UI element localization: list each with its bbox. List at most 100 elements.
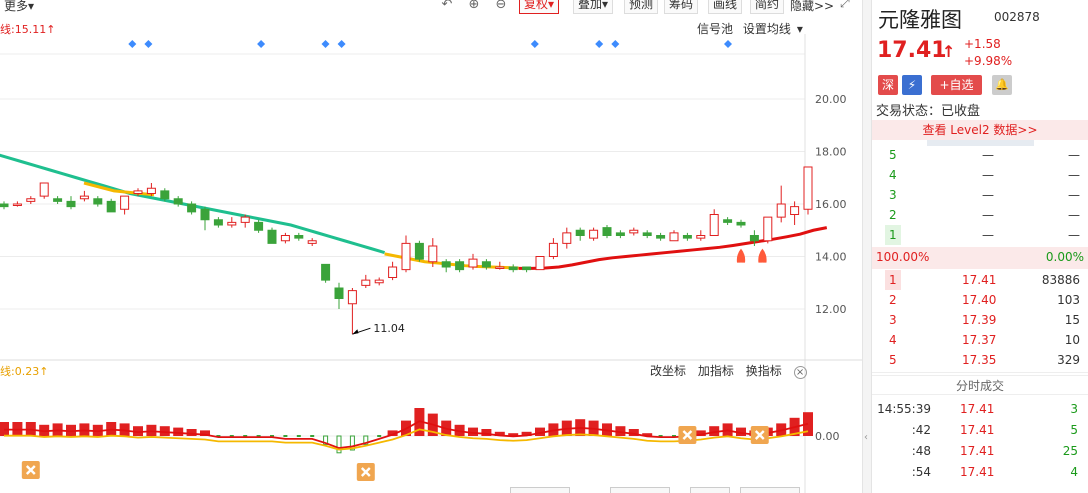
candle-body <box>656 235 666 239</box>
signal-pool-link[interactable]: 信号池 <box>697 22 733 36</box>
overlay-button[interactable]: 叠加▾ <box>573 0 614 14</box>
low-price-label: 11.04 <box>373 322 405 335</box>
tick-volume: 3 <box>1070 402 1078 416</box>
ticks-header[interactable]: 分时成交 <box>872 375 1088 395</box>
indicator-panel: 0.00 <box>0 408 840 481</box>
bottom-tab[interactable] <box>690 487 730 493</box>
more-menu[interactable]: 更多▾ <box>4 0 34 14</box>
price-axis: 20.00 18.00 16.00 14.00 12.00 <box>815 93 847 316</box>
candle-body <box>227 221 237 226</box>
tick-time: :48 <box>911 444 931 458</box>
bid-row: 2 17.40 103 <box>872 290 1088 310</box>
candle-body <box>682 235 692 239</box>
macd-bar-flat <box>310 435 315 437</box>
candle-body <box>173 198 183 205</box>
candle-body <box>709 214 719 236</box>
bottom-tab[interactable] <box>510 487 570 493</box>
switch-indicator-link[interactable]: 换指标 <box>746 364 782 378</box>
ask-price: — <box>982 168 994 182</box>
expand-icon[interactable]: ⤢ <box>840 0 850 11</box>
ask-level: 2 <box>889 208 897 222</box>
price-tick-label: 14.00 <box>815 251 847 264</box>
bid-volume: 15 <box>1064 313 1080 327</box>
bid-ask-ratio: 100.00% 0.00% <box>872 247 1088 269</box>
price-tick-label: 16.00 <box>815 198 847 211</box>
tick-price: 17.41 <box>960 402 995 416</box>
signal-marker <box>611 40 620 48</box>
candle-body <box>749 235 759 242</box>
tick-row: :48 17.41 25 <box>872 441 1088 461</box>
bid-price: 17.35 <box>962 353 997 367</box>
price-tick-label: 20.00 <box>815 93 847 106</box>
candle-body <box>696 235 706 239</box>
collapse-icon[interactable]: ‹ <box>864 432 868 443</box>
bid-volume: 103 <box>1057 293 1080 307</box>
ask-volume: — <box>1068 208 1080 222</box>
candle-body <box>455 261 465 271</box>
close-icon[interactable]: × <box>793 366 807 379</box>
chart-links: 信号池 设置均线 ▾ <box>697 20 809 37</box>
zoom-in-icon[interactable]: ⊕ <box>465 0 483 12</box>
signal-marker <box>144 40 153 48</box>
macd-bar-up <box>186 429 197 436</box>
candle-body <box>12 203 22 206</box>
candle-body <box>120 195 130 210</box>
candle-body <box>495 266 505 269</box>
candle-body <box>562 232 572 244</box>
ask-level: 4 <box>889 168 897 182</box>
last-price: 17.41 <box>877 38 947 63</box>
candle-body <box>803 166 813 210</box>
kline-chart[interactable]: 20.00 18.00 16.00 14.00 12.00 11.04 0.00 <box>0 14 862 493</box>
candle-body <box>334 287 344 299</box>
candle-body <box>763 216 773 242</box>
ask-volume: — <box>1068 148 1080 162</box>
candle-body <box>294 235 304 239</box>
chips-button[interactable]: 筹码 <box>664 0 699 14</box>
bottom-tab[interactable] <box>740 487 800 493</box>
signal-marker <box>337 40 346 48</box>
candle-body <box>736 221 746 226</box>
signal-marker <box>257 40 266 48</box>
quote-panel: 元隆雅图 002878 17.41 ↑ +1.58 +9.98% 深 ⚡ +自选… <box>872 0 1088 493</box>
candle-body <box>66 200 76 208</box>
draw-line-button[interactable]: 画线 <box>708 0 743 14</box>
set-ma-link[interactable]: 设置均线 ▾ <box>743 22 803 36</box>
macd-bar-flat <box>377 435 382 437</box>
bid-row: 5 17.35 329 <box>872 350 1088 370</box>
simple-button[interactable]: 简约 <box>750 0 785 14</box>
candle-body <box>441 261 451 268</box>
rocket-window <box>760 262 765 266</box>
candle-body <box>602 227 612 236</box>
forecast-button[interactable]: 预测 <box>624 0 659 14</box>
tick-row: 14:55:39 17.41 3 <box>872 399 1088 419</box>
zoom-out-icon[interactable]: ⊖ <box>492 0 510 12</box>
add-indicator-link[interactable]: 加指标 <box>698 364 734 378</box>
candle-body <box>642 232 652 236</box>
level2-link[interactable]: 查看 Level2 数据>> <box>872 120 1088 140</box>
candle-body <box>307 240 317 244</box>
candle-body <box>790 206 800 215</box>
candle-body <box>213 219 223 226</box>
stock-code: 002878 <box>994 10 1040 24</box>
tick-volume: 4 <box>1070 465 1078 479</box>
candle-body <box>575 229 585 236</box>
change-axis-link[interactable]: 改坐标 <box>650 364 686 378</box>
bid-price: 17.39 <box>962 313 997 327</box>
adjust-button[interactable]: 复权▾ <box>519 0 560 14</box>
candle-body <box>160 190 170 200</box>
stock-name: 元隆雅图 <box>878 8 962 32</box>
candle-body <box>548 242 558 257</box>
hide-button[interactable]: 隐藏>> <box>790 0 834 14</box>
price-tick-label: 12.00 <box>815 303 847 316</box>
candle-body <box>428 245 438 263</box>
market-badge: 深 <box>878 75 898 95</box>
alert-bell-icon[interactable]: 🔔 <box>992 75 1012 95</box>
flash-icon[interactable]: ⚡ <box>902 75 922 95</box>
panel-divider[interactable]: ‹ <box>862 0 872 493</box>
add-watchlist-button[interactable]: +自选 <box>931 75 982 95</box>
candle-body <box>133 190 143 194</box>
undo-icon[interactable]: ↶ <box>438 0 456 12</box>
annotations: 11.04 <box>352 248 767 335</box>
bottom-tab[interactable] <box>610 487 670 493</box>
up-arrow-icon: ↑ <box>942 42 956 61</box>
